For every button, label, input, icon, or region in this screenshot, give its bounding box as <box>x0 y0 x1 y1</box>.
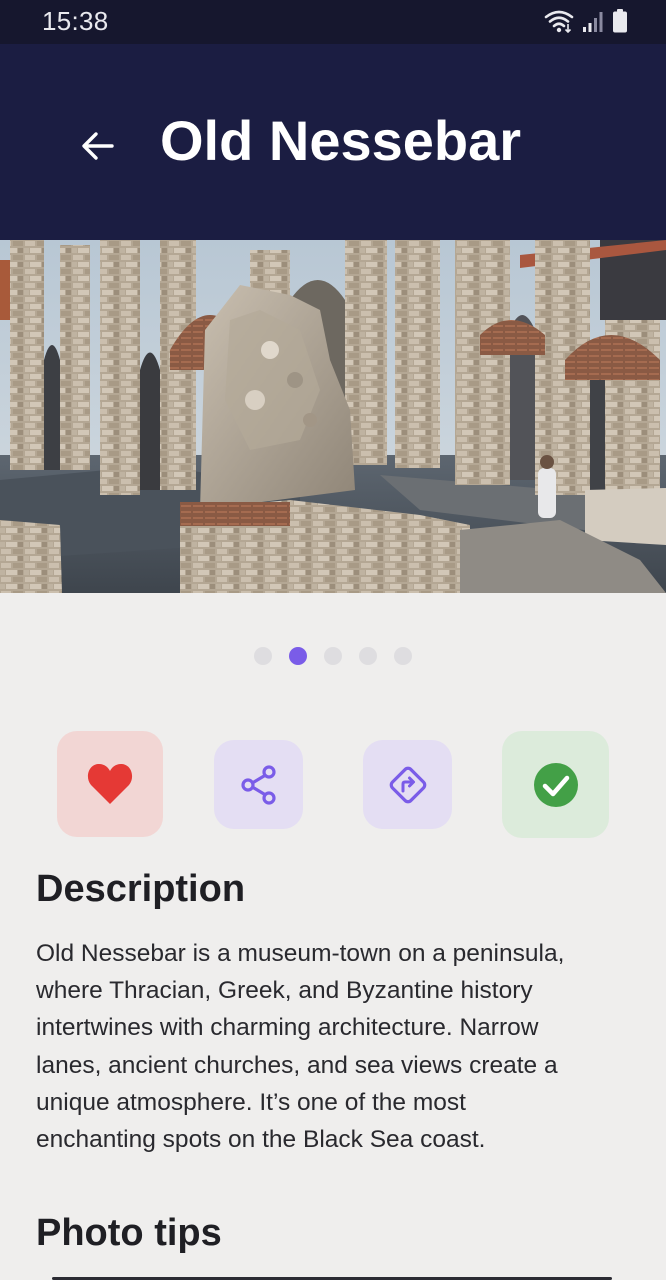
description-line: Old Nessebar is a museum-town on a penin… <box>36 940 565 967</box>
description-line: where Thracian, Greek, and Byzantine his… <box>36 977 533 1005</box>
share-icon <box>240 764 276 805</box>
carousel-dot-4[interactable] <box>359 647 377 665</box>
heart-icon <box>87 763 133 804</box>
carousel-dot-2-active[interactable] <box>289 647 307 665</box>
photo-ruins-illustration <box>0 240 666 593</box>
signal-icon <box>583 12 603 32</box>
photo-tips-title: Photo tips <box>36 1212 222 1254</box>
status-time: 15:38 <box>42 6 109 36</box>
share-button[interactable] <box>214 740 303 829</box>
description-line: lanes, ancient churches, and sea views c… <box>36 1051 558 1079</box>
favorite-button[interactable] <box>57 731 163 837</box>
app-bar: Old Nessebar <box>0 44 666 240</box>
carousel-dot-1[interactable] <box>254 647 272 665</box>
description-line: intertwines with charming architecture. … <box>36 1014 539 1042</box>
carousel-dot-3[interactable] <box>324 647 342 665</box>
directions-button[interactable] <box>363 740 452 829</box>
back-button[interactable] <box>72 120 124 172</box>
arrow-left-icon <box>82 132 114 160</box>
hero-image[interactable] <box>0 240 666 593</box>
description-text: Old Nessebar is a museum-town on a penin… <box>36 935 636 1158</box>
wifi-icon <box>544 10 574 33</box>
description-line: unique atmosphere. It’s one of the most <box>36 1088 466 1116</box>
description-title: Description <box>36 868 246 910</box>
battery-icon <box>613 9 627 33</box>
status-bar: 15:38 <box>0 0 666 44</box>
check-circle-icon <box>533 762 578 807</box>
directions-icon <box>389 766 426 803</box>
visited-button[interactable] <box>502 731 609 838</box>
carousel-indicator <box>0 647 666 665</box>
page-title: Old Nessebar <box>160 109 522 172</box>
status-icons <box>544 9 628 33</box>
carousel-dot-5[interactable] <box>394 647 412 665</box>
description-line: enchanting spots on the Black Sea coast. <box>36 1126 486 1154</box>
